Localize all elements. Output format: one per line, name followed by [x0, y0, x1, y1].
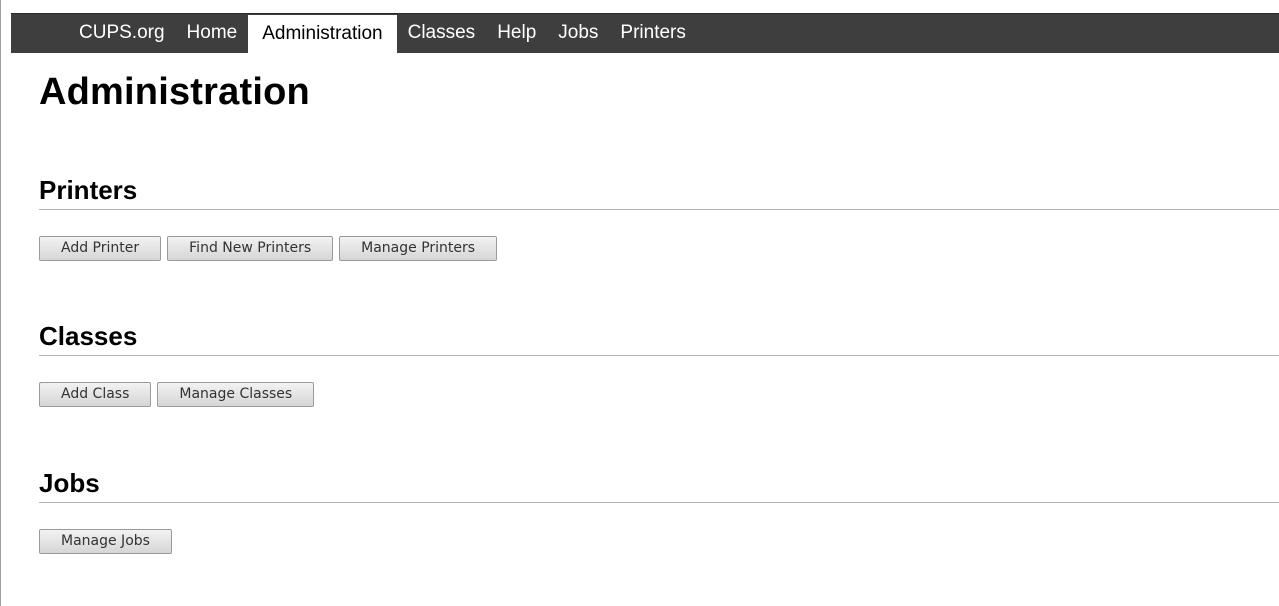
nav-menu: CUPS.org Home Administration Classes Hel…: [68, 14, 697, 54]
classes-button-row: Add Class Manage Classes: [39, 382, 1279, 407]
nav-item-administration[interactable]: Administration: [248, 15, 397, 54]
jobs-button-row: Manage Jobs: [39, 529, 1279, 554]
classes-heading: Classes: [39, 320, 1279, 356]
nav-item-printers[interactable]: Printers: [609, 14, 696, 52]
printers-section: Printers Add Printer Find New Printers M…: [39, 174, 1279, 261]
manage-classes-button[interactable]: Manage Classes: [157, 382, 315, 407]
manage-printers-button[interactable]: Manage Printers: [339, 236, 498, 261]
nav-item-classes[interactable]: Classes: [397, 14, 487, 52]
nav-item-home[interactable]: Home: [176, 14, 249, 52]
jobs-heading: Jobs: [39, 467, 1279, 503]
nav-item-jobs[interactable]: Jobs: [547, 14, 609, 52]
classes-section: Classes Add Class Manage Classes: [39, 320, 1279, 407]
jobs-section: Jobs Manage Jobs: [39, 467, 1279, 554]
manage-jobs-button[interactable]: Manage Jobs: [39, 529, 172, 554]
find-new-printers-button[interactable]: Find New Printers: [167, 236, 334, 261]
printers-button-row: Add Printer Find New Printers Manage Pri…: [39, 236, 1279, 261]
page-title: Administration: [39, 71, 310, 113]
top-navbar: CUPS.org Home Administration Classes Hel…: [11, 13, 1279, 54]
nav-item-cups-org[interactable]: CUPS.org: [68, 14, 176, 52]
browser-frame: CUPS.org Home Administration Classes Hel…: [0, 0, 1279, 606]
add-printer-button[interactable]: Add Printer: [39, 236, 162, 261]
printers-heading: Printers: [39, 174, 1279, 210]
add-class-button[interactable]: Add Class: [39, 382, 152, 407]
nav-item-help[interactable]: Help: [486, 14, 547, 52]
